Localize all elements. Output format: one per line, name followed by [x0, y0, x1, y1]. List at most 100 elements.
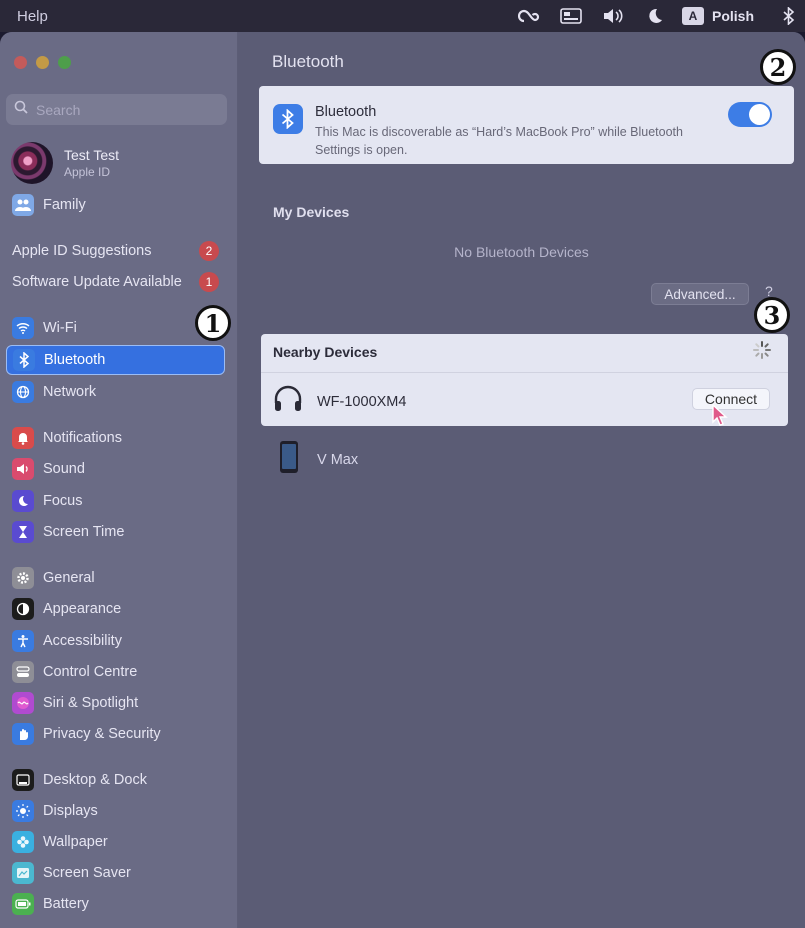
minimize-window-button[interactable]: [36, 56, 49, 69]
menu-extras: A Polish: [508, 0, 805, 32]
bluetooth-toggle[interactable]: [728, 102, 772, 127]
input-source-letter: A: [681, 7, 704, 25]
bluetooth-card: Bluetooth This Mac is discoverable as “H…: [259, 86, 794, 164]
zoom-window-button[interactable]: [58, 56, 71, 69]
speaker-icon: [12, 458, 34, 480]
settings-window: Test Test Apple ID Family Apple ID Sugge…: [0, 32, 805, 928]
battery-icon: [12, 893, 34, 915]
sidebar-item-privacy-security[interactable]: Privacy & Security: [6, 719, 225, 749]
sidebar-item-label: Control Centre: [43, 664, 138, 680]
sidebar-item-label: Wallpaper: [43, 834, 108, 850]
wifi-icon: [12, 317, 34, 339]
close-window-button[interactable]: [14, 56, 27, 69]
sidebar-item-label: Apple ID Suggestions: [12, 243, 152, 259]
notification-badge: 1: [199, 272, 219, 292]
sidebar-item-appearance[interactable]: Appearance: [6, 594, 225, 624]
sidebar-item-label: Software Update Available: [12, 274, 182, 290]
bluetooth-icon: [273, 104, 303, 134]
dock-icon: [12, 769, 34, 791]
bell-icon: [12, 427, 34, 449]
creative-cloud-icon[interactable]: [517, 6, 541, 26]
sidebar-item-focus[interactable]: Focus: [6, 486, 225, 516]
family-icon: [12, 194, 34, 216]
search-icon: [14, 100, 28, 119]
sidebar-item-screen-saver[interactable]: Screen Saver: [6, 858, 225, 888]
toggle-knob: [749, 104, 770, 125]
control-centre-icon: [12, 661, 34, 683]
page-title: Bluetooth: [272, 52, 344, 71]
sidebar-item-family[interactable]: Family: [6, 190, 225, 220]
sidebar-item-label: Notifications: [43, 430, 122, 446]
sidebar-item-label: Battery: [43, 896, 89, 912]
nearby-devices-heading: Nearby Devices: [273, 344, 378, 360]
hand-icon: [12, 723, 34, 745]
sidebar-item-label: Screen Saver: [43, 865, 131, 881]
appearance-icon: [12, 598, 34, 620]
window-controls: [14, 56, 71, 69]
sidebar-item-battery[interactable]: Battery: [6, 889, 225, 919]
siri-icon: [12, 692, 34, 714]
sidebar-item-siri-spotlight[interactable]: Siri & Spotlight: [6, 688, 225, 718]
loading-spinner-icon: [752, 340, 772, 365]
annotation-marker-1: 1: [195, 305, 231, 341]
device-name: V Max: [317, 451, 359, 468]
annotation-marker-3: 3: [754, 297, 790, 333]
phone-icon: [279, 440, 299, 479]
help-menu[interactable]: Help: [17, 8, 48, 25]
sidebar-item-label: Family: [43, 197, 86, 213]
avatar: [11, 142, 53, 184]
divider: [261, 372, 788, 373]
annotation-marker-2: 2: [760, 49, 796, 85]
device-row-wf1000xm4[interactable]: WF-1000XM4: [273, 385, 406, 418]
sidebar-item-control-centre[interactable]: Control Centre: [6, 657, 225, 687]
no-devices-text: No Bluetooth Devices: [454, 244, 589, 260]
sidebar-item-wallpaper[interactable]: Wallpaper: [6, 827, 225, 857]
search-input[interactable]: [36, 101, 216, 118]
sidebar-item-accessibility[interactable]: Accessibility: [6, 626, 225, 656]
sidebar-item-label: Siri & Spotlight: [43, 695, 139, 711]
device-row-v-max[interactable]: V Max: [279, 440, 358, 479]
sidebar-item-label: Focus: [43, 493, 83, 509]
sidebar-item-software-update[interactable]: Software Update Available 1: [6, 267, 225, 297]
input-source[interactable]: A Polish: [681, 7, 754, 25]
sidebar-item-label: Bluetooth: [44, 352, 106, 368]
bluetooth-icon[interactable]: [777, 6, 801, 26]
bluetooth-icon: [13, 349, 35, 371]
apple-id-profile[interactable]: Test Test Apple ID: [11, 142, 119, 184]
sidebar-item-label: Desktop & Dock: [43, 772, 147, 788]
sidebar: Test Test Apple ID Family Apple ID Sugge…: [0, 32, 238, 928]
search-field[interactable]: [6, 94, 227, 125]
connect-button[interactable]: Connect: [692, 388, 770, 410]
accessibility-icon: [12, 630, 34, 652]
mouse-cursor-icon: [712, 403, 728, 431]
sidebar-item-desktop-dock[interactable]: Desktop & Dock: [6, 765, 225, 795]
sidebar-item-label: Network: [43, 384, 97, 400]
keyboard-display-icon[interactable]: [559, 6, 583, 26]
input-source-label: Polish: [711, 8, 754, 24]
sidebar-item-bluetooth[interactable]: Bluetooth: [6, 345, 225, 375]
moon-icon[interactable]: [643, 6, 667, 26]
volume-icon[interactable]: [601, 6, 625, 26]
headphones-icon: [273, 385, 303, 418]
sidebar-item-notifications[interactable]: Notifications: [6, 423, 225, 453]
sidebar-item-wi-fi[interactable]: Wi-Fi: [6, 313, 225, 343]
sidebar-item-label: Wi-Fi: [43, 320, 77, 336]
bluetooth-card-title: Bluetooth: [315, 104, 377, 120]
sidebar-item-sound[interactable]: Sound: [6, 454, 225, 484]
sidebar-item-apple-id-suggestions[interactable]: Apple ID Suggestions 2: [6, 236, 225, 266]
advanced-button[interactable]: Advanced...: [651, 283, 749, 305]
hourglass-icon: [12, 521, 34, 543]
sidebar-item-network[interactable]: Network: [6, 377, 225, 407]
notification-badge: 2: [199, 241, 219, 261]
moon-icon: [12, 490, 34, 512]
sidebar-item-screen-time[interactable]: Screen Time: [6, 517, 225, 547]
menu-bar: Help A Polish: [0, 0, 805, 32]
sun-icon: [12, 800, 34, 822]
bluetooth-card-description: This Mac is discoverable as “Hard’s MacB…: [315, 125, 683, 157]
screensaver-icon: [12, 862, 34, 884]
sidebar-item-general[interactable]: General: [6, 563, 225, 593]
sidebar-item-label: General: [43, 570, 95, 586]
sidebar-item-label: Accessibility: [43, 633, 122, 649]
sidebar-item-label: Privacy & Security: [43, 726, 161, 742]
sidebar-item-displays[interactable]: Displays: [6, 796, 225, 826]
